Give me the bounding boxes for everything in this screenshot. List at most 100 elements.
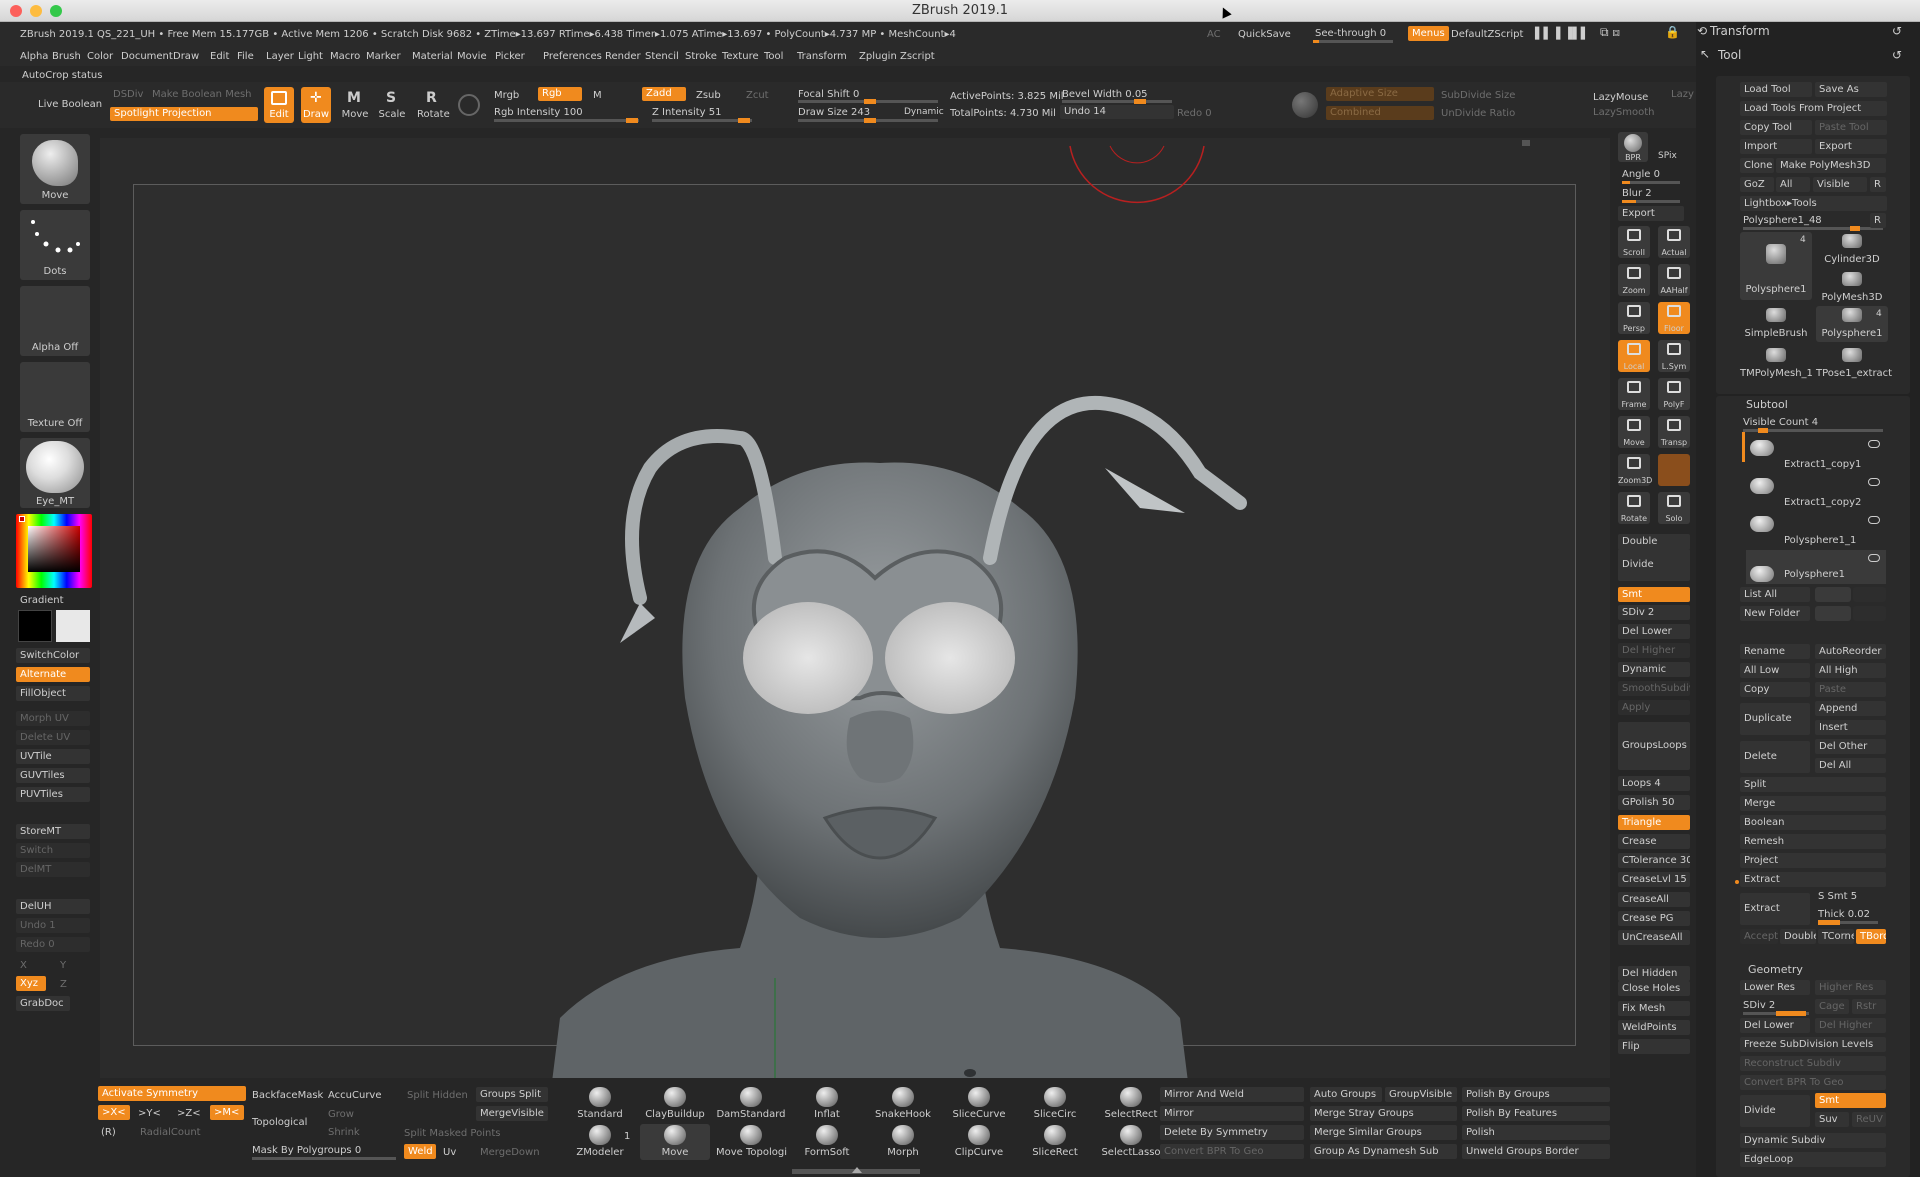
tray-save-as-button[interactable]: Save As bbox=[1815, 82, 1887, 97]
puvtiles-button[interactable]: PUVTiles bbox=[16, 787, 90, 802]
brush-morph-button[interactable]: Morph bbox=[868, 1124, 938, 1160]
edit-button[interactable]: Edit bbox=[264, 87, 294, 123]
tray-duplicate-button[interactable]: Duplicate bbox=[1740, 703, 1810, 735]
tray-export-button[interactable]: Export bbox=[1815, 139, 1887, 154]
shrink-button[interactable]: Shrink bbox=[328, 1126, 360, 1139]
draw-button[interactable]: ✛ Draw bbox=[301, 87, 331, 123]
brush-slicerect-button[interactable]: SliceRect bbox=[1020, 1124, 1090, 1160]
z-axis-toggle[interactable]: Z bbox=[60, 978, 67, 991]
tray-merge-button[interactable]: Merge bbox=[1740, 796, 1886, 811]
gradient-toggle[interactable]: Gradient bbox=[20, 594, 64, 607]
bottom-unweld-button[interactable]: Unweld Groups Border bbox=[1462, 1144, 1610, 1159]
shelf-uncreaseall-button[interactable]: UnCreaseAll bbox=[1618, 930, 1690, 945]
brush-snakehook-button[interactable]: SnakeHook bbox=[868, 1086, 938, 1122]
tray-project-button[interactable]: Project bbox=[1740, 853, 1886, 868]
tray-rstr-button[interactable]: Rstr bbox=[1852, 999, 1886, 1014]
folder-arrow-icon[interactable] bbox=[1815, 606, 1851, 621]
y-axis-toggle[interactable]: Y bbox=[60, 959, 66, 972]
tray-del-lower-button[interactable]: Del Lower bbox=[1740, 1018, 1810, 1033]
tray-paste-tool-button[interactable]: Paste Tool bbox=[1815, 120, 1887, 135]
tool-thumbnail[interactable]: PolyMesh3D bbox=[1816, 270, 1888, 306]
tray-load-tool-button[interactable]: Load Tool bbox=[1740, 82, 1812, 97]
shelf-gpolish-button[interactable]: GPolish 50 bbox=[1618, 795, 1690, 810]
tray-accept-button[interactable]: Accept bbox=[1740, 929, 1778, 944]
tray-suv-button[interactable]: Suv bbox=[1815, 1112, 1849, 1127]
tray-double-button[interactable]: Double bbox=[1780, 929, 1816, 944]
alternate-button[interactable]: Alternate bbox=[16, 667, 90, 682]
secondary-color-swatch[interactable] bbox=[56, 610, 90, 642]
tray-list-all-button[interactable]: List All bbox=[1740, 587, 1810, 602]
rotate-mode-button[interactable]: R Rotate bbox=[417, 87, 450, 123]
subdivide-size-slider[interactable]: SubDivide Size bbox=[1441, 89, 1515, 102]
rotate2-button[interactable]: Rotate bbox=[1618, 492, 1650, 524]
tray-edgeloop-button[interactable]: EdgeLoop bbox=[1740, 1152, 1886, 1167]
tray-rename-button[interactable]: Rename bbox=[1740, 644, 1810, 659]
tray-copy-button[interactable]: Copy bbox=[1740, 682, 1810, 697]
groups-split-button[interactable]: Groups Split bbox=[476, 1087, 548, 1102]
redo0-button[interactable]: Redo 0 bbox=[16, 937, 90, 952]
color-picker-square[interactable] bbox=[28, 526, 80, 572]
tool-thumbnail[interactable]: Polysphere1 4 bbox=[1740, 232, 1812, 300]
shelf-smt-button[interactable]: Smt bbox=[1618, 587, 1690, 602]
blur-slider[interactable]: Blur 2 bbox=[1622, 187, 1652, 200]
tray-delete-button[interactable]: Delete bbox=[1740, 741, 1810, 773]
tray-load-from-project-button[interactable]: Load Tools From Project bbox=[1740, 101, 1887, 116]
local-button[interactable]: Local bbox=[1618, 340, 1650, 372]
undo-button[interactable]: Undo 14 bbox=[1060, 105, 1174, 119]
z-intensity-slider[interactable]: Z Intensity 51 bbox=[652, 106, 721, 119]
layout-icon[interactable]: ▌▌▐ ▐▌▌ bbox=[1535, 27, 1589, 40]
polysphere-slider[interactable]: Polysphere1_48 bbox=[1743, 214, 1822, 227]
auto-groups-button[interactable]: Auto Groups bbox=[1310, 1087, 1382, 1102]
menu-zscript[interactable]: Zscript bbox=[900, 50, 935, 63]
transp-button[interactable]: Transp bbox=[1658, 416, 1690, 448]
shelf-crease-pg-button[interactable]: Crease PG bbox=[1618, 911, 1690, 926]
rgb-intensity-bar[interactable] bbox=[494, 119, 639, 122]
adaptive-size-button[interactable]: Adaptive Size bbox=[1326, 87, 1434, 101]
delete-uv-button[interactable]: Delete UV bbox=[16, 730, 90, 745]
tray-divide-button[interactable]: Divide bbox=[1740, 1095, 1810, 1127]
tray-remesh-button[interactable]: Remesh bbox=[1740, 834, 1886, 849]
move-down-icon[interactable] bbox=[1853, 587, 1886, 602]
shelf-divide-button[interactable]: Divide bbox=[1618, 549, 1690, 581]
polyf-button[interactable]: PolyF bbox=[1658, 378, 1690, 410]
shelf-flip-button[interactable]: Flip bbox=[1618, 1039, 1690, 1054]
brush-move-topologi-button[interactable]: Move Topologi bbox=[716, 1124, 787, 1160]
stroke-thumbnail[interactable]: Dots bbox=[20, 210, 90, 280]
menu-light[interactable]: Light bbox=[298, 50, 323, 63]
menu-preferences[interactable]: Preferences bbox=[543, 50, 602, 63]
tray-dynamic-subdiv-button[interactable]: Dynamic Subdiv bbox=[1740, 1133, 1886, 1148]
geometry-title[interactable]: Geometry bbox=[1748, 963, 1803, 976]
tray-smt-button[interactable]: Smt bbox=[1815, 1093, 1886, 1108]
menu-material[interactable]: Material bbox=[412, 50, 453, 63]
mask-by-polygroups-slider[interactable]: Mask By Polygroups 0 bbox=[252, 1144, 361, 1157]
brush-claybuildup-button[interactable]: ClayBuildup bbox=[640, 1086, 710, 1122]
tray-extract-action-button[interactable]: Extract bbox=[1740, 893, 1810, 925]
move-button[interactable]: Move bbox=[1618, 416, 1650, 448]
tray-convert-bpr-button[interactable]: Convert BPR To Geo bbox=[1740, 1075, 1886, 1090]
shelf-del-higher-button[interactable]: Del Higher bbox=[1618, 643, 1690, 658]
bottom-convert-bpr-button[interactable]: Convert BPR To Geo bbox=[1160, 1144, 1304, 1159]
focal-shift-knob[interactable] bbox=[864, 99, 876, 104]
bpr-button[interactable]: BPR bbox=[1618, 132, 1648, 162]
z-intensity-bar[interactable] bbox=[652, 119, 752, 122]
radialcount-slider[interactable]: RadialCount bbox=[140, 1126, 201, 1139]
accucurve-button[interactable]: AccuCurve bbox=[328, 1089, 382, 1102]
sphere-icon[interactable] bbox=[458, 94, 480, 116]
tray-append-button[interactable]: Append bbox=[1815, 701, 1886, 716]
tray-all-low-button[interactable]: All Low bbox=[1740, 663, 1810, 678]
shelf-triangle-button[interactable]: Triangle bbox=[1618, 815, 1690, 830]
symmetry-y-button[interactable]: >Y< bbox=[138, 1107, 161, 1120]
symmetry-m-button[interactable]: >M< bbox=[210, 1105, 244, 1120]
shelf-fix-mesh-button[interactable]: Fix Mesh bbox=[1618, 1001, 1690, 1016]
brush-formsoft-button[interactable]: FormSoft bbox=[792, 1124, 862, 1160]
uv-button[interactable]: Uv bbox=[443, 1146, 456, 1159]
menu-stroke[interactable]: Stroke bbox=[685, 50, 717, 63]
subtool-list-item[interactable]: Extract1_copy2 bbox=[1746, 474, 1886, 508]
bottom-polish-groups-button[interactable]: Polish By Groups bbox=[1462, 1087, 1610, 1102]
grabdoc-button[interactable]: GrabDoc bbox=[16, 996, 70, 1011]
brush-selectrect-button[interactable]: SelectRect bbox=[1096, 1086, 1166, 1122]
tray-r-button[interactable]: R bbox=[1870, 177, 1886, 192]
tray-paste-button[interactable]: Paste bbox=[1815, 682, 1886, 697]
rgb-intensity-knob[interactable] bbox=[626, 118, 638, 123]
tray-tcorne-button[interactable]: TCorne bbox=[1818, 929, 1854, 944]
